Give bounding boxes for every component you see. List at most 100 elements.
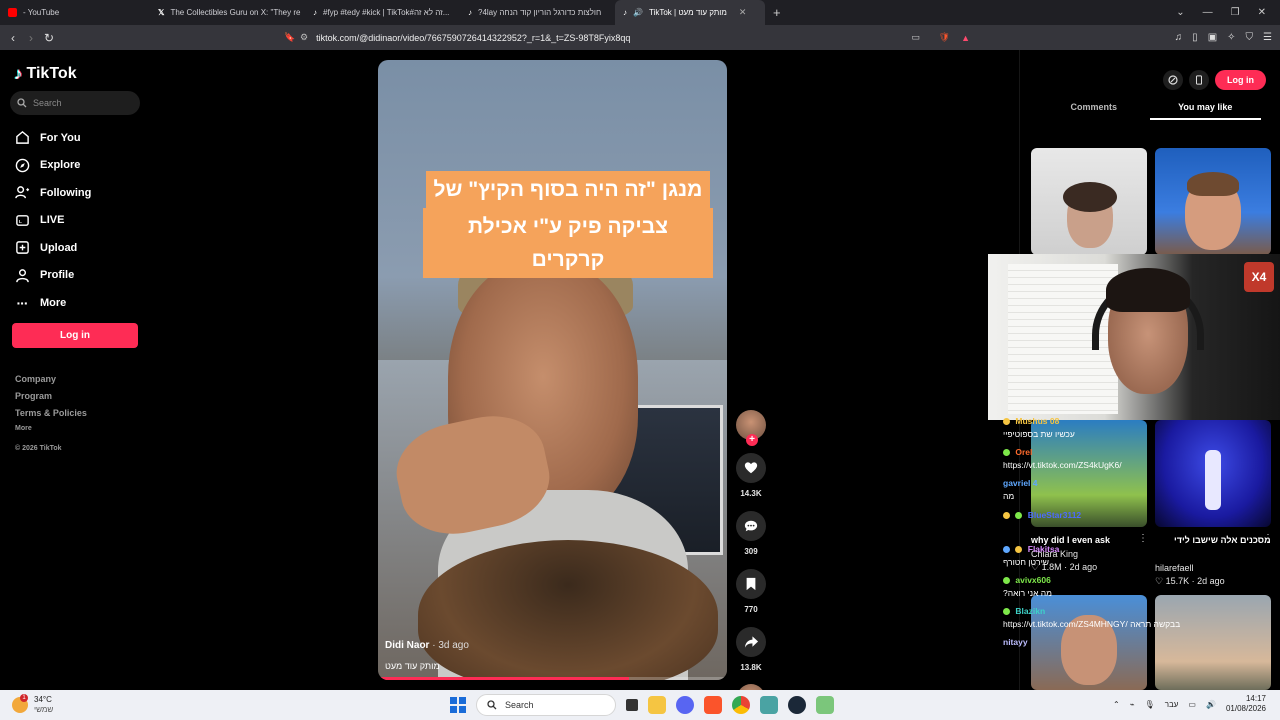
- clock[interactable]: 14:17 01/08/2026: [1226, 694, 1266, 714]
- weather-widget[interactable]: 1 34°C שמשי: [12, 694, 53, 715]
- tiktok-logo[interactable]: ♪ TikTok: [14, 64, 77, 84]
- discord-icon[interactable]: [676, 696, 694, 714]
- suggested-video-thumb[interactable]: [1155, 595, 1271, 690]
- suggested-video-thumb[interactable]: [1031, 148, 1147, 255]
- minimize-icon[interactable]: —: [1203, 7, 1213, 18]
- footer-more-link[interactable]: More: [15, 425, 87, 442]
- chat-badge-icon: [1003, 449, 1010, 457]
- tab-tiktok-1[interactable]: ♪ #fyp #tedy #kick | TikTok#זה לא זה...: [305, 0, 460, 25]
- task-view-icon[interactable]: [626, 699, 638, 711]
- video-author[interactable]: Didi Naor · 3d ago: [385, 640, 469, 651]
- vpn-icon[interactable]: ⛉: [1246, 32, 1254, 43]
- tab-comments[interactable]: Comments: [1038, 102, 1150, 120]
- taskbar: 1 34°C שמשי Search ⌃ ⌁ 🎙 עבר ▭ 🔊 14:17 0…: [0, 690, 1280, 720]
- nav-label: LIVE: [40, 214, 65, 227]
- maximize-icon[interactable]: ❐: [1231, 7, 1240, 18]
- author-name[interactable]: Didi Naor: [385, 640, 429, 651]
- chrome-icon[interactable]: [732, 696, 750, 714]
- nav-label: Following: [40, 186, 92, 199]
- thumb-hair: [1063, 182, 1117, 212]
- suggested-video-thumb[interactable]: [1031, 595, 1147, 690]
- like-button[interactable]: [736, 453, 766, 483]
- video-player[interactable]: מנגן "זה היה בסוף הקיץ" של צביקה פיק ע"י…: [378, 60, 727, 680]
- taskbar-search[interactable]: Search: [476, 694, 616, 716]
- volume-icon[interactable]: 🔊: [1206, 700, 1216, 709]
- search-input[interactable]: Search: [10, 91, 140, 115]
- leo-icon[interactable]: ✧: [1227, 32, 1235, 43]
- live-icon: L: [14, 212, 30, 228]
- brave-rewards-icon[interactable]: ▲: [961, 33, 970, 43]
- sidebar-login-button[interactable]: Log in: [12, 323, 138, 348]
- video-progress-bar[interactable]: [378, 677, 727, 680]
- nav-following[interactable]: Following: [14, 179, 91, 207]
- following-icon: [14, 185, 30, 201]
- language-indicator[interactable]: עבר: [1165, 700, 1179, 709]
- window-controls: ⌄ — ❐ ✕: [1176, 0, 1280, 25]
- suggested-video-thumb[interactable]: [1155, 420, 1271, 527]
- suggested-video-thumb[interactable]: [1155, 148, 1271, 255]
- tab-tiktok-active[interactable]: ♪ 🔊 TikTok | מותק עוד מעט ✕: [615, 0, 765, 25]
- new-tab-button[interactable]: +: [765, 5, 789, 20]
- media-icon[interactable]: ♫: [1175, 32, 1183, 43]
- header-login-button[interactable]: Log in: [1215, 70, 1266, 90]
- video-bowl: [418, 540, 718, 680]
- footer-terms-link[interactable]: Terms & Policies: [15, 408, 87, 425]
- wallet-icon[interactable]: ▣: [1208, 32, 1217, 43]
- reload-icon[interactable]: ↻: [40, 31, 58, 45]
- tab-list-icon[interactable]: ⌄: [1176, 7, 1184, 18]
- brave-browser-icon[interactable]: [704, 696, 722, 714]
- forward-icon[interactable]: ›: [22, 31, 40, 45]
- tab-youtube[interactable]: - YouTube: [0, 0, 150, 25]
- video-user[interactable]: hilarefaell: [1155, 563, 1194, 573]
- chat-message: Blazikn: [1003, 605, 1045, 617]
- more-options-icon[interactable]: ⋮: [1138, 533, 1148, 544]
- footer-company-link[interactable]: Company: [15, 374, 87, 391]
- brave-shield-icon[interactable]: 🛡: [939, 32, 950, 43]
- nav-live[interactable]: L LIVE: [14, 207, 91, 235]
- nav-for-you[interactable]: For You: [14, 124, 91, 152]
- share-button[interactable]: [736, 627, 766, 657]
- url-field[interactable]: 🔖 ⚙ tiktok.com/@didinaor/video/766759072…: [284, 28, 980, 47]
- footer-program-link[interactable]: Program: [15, 391, 87, 408]
- tab-you-may-like[interactable]: You may like: [1149, 102, 1261, 120]
- save-button[interactable]: [736, 569, 766, 599]
- tab-tiktok-2[interactable]: ♪ ?4lay חולצות כדורגל הוריון קוד הנחה: [460, 0, 615, 25]
- back-icon[interactable]: ‹: [4, 31, 22, 45]
- youtube-icon: [8, 8, 17, 17]
- nav-explore[interactable]: Explore: [14, 152, 91, 180]
- app-icon[interactable]: [760, 696, 778, 714]
- display-icon[interactable]: ▭: [1188, 700, 1196, 709]
- cast-icon[interactable]: ▭: [911, 32, 920, 43]
- more-options-icon[interactable]: ⋮: [1263, 533, 1273, 544]
- app-icon[interactable]: [816, 696, 834, 714]
- comment-button[interactable]: [736, 511, 766, 541]
- streamer-webcam-overlay: X4: [988, 254, 1280, 420]
- tray-chevron-icon[interactable]: ⌃: [1113, 700, 1120, 709]
- coin-icon[interactable]: [1163, 70, 1183, 90]
- nav-more[interactable]: ··· More: [14, 289, 91, 317]
- compass-icon: [14, 157, 30, 173]
- steam-icon[interactable]: [788, 696, 806, 714]
- close-tab-icon[interactable]: ✕: [739, 7, 747, 18]
- chat-username: Orel: [1015, 447, 1033, 457]
- heart-outline-icon: ♡: [1155, 576, 1164, 586]
- nav-upload[interactable]: Upload: [14, 234, 91, 262]
- share-count: 13.8K: [740, 663, 762, 672]
- file-explorer-icon[interactable]: [648, 696, 666, 714]
- site-info-icon[interactable]: ⚙: [300, 32, 308, 43]
- follow-plus-icon[interactable]: +: [746, 434, 758, 446]
- video-title[interactable]: מסכנים אלה שישבו לידי: [1174, 535, 1271, 545]
- bookmark-icon[interactable]: 🔖: [284, 32, 295, 43]
- network-icon[interactable]: ⌁: [1130, 700, 1135, 709]
- nav-label: Profile: [40, 269, 75, 282]
- close-window-icon[interactable]: ✕: [1258, 7, 1266, 18]
- windows-start-icon[interactable]: [450, 697, 466, 713]
- tab-x[interactable]: 𝕏 The Collectibles Guru on X: "They re: [150, 0, 305, 25]
- menu-icon[interactable]: ☰: [1263, 32, 1272, 43]
- mic-icon[interactable]: 🎙: [1145, 700, 1155, 709]
- phone-icon[interactable]: [1189, 70, 1209, 90]
- upload-icon: [14, 240, 30, 256]
- author-avatar[interactable]: +: [736, 410, 766, 446]
- nav-profile[interactable]: Profile: [14, 262, 91, 290]
- sidebar-icon[interactable]: ▯: [1192, 32, 1198, 43]
